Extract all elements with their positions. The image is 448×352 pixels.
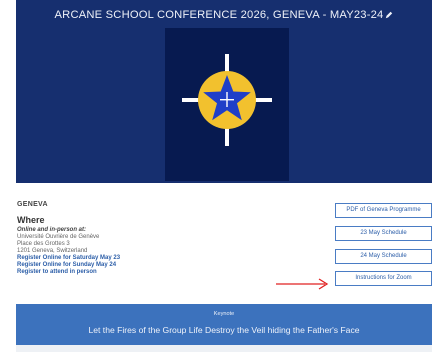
register-sunday-link[interactable]: Register Online for Sunday May 24 — [17, 262, 267, 269]
banner-title-text: ARCANE SCHOOL CONFERENCE 2026, GENEVA - … — [54, 9, 384, 21]
star-cross-vertical — [226, 92, 228, 107]
register-in-person-link[interactable]: Register to attend in person — [17, 269, 267, 276]
conference-banner: ARCANE SCHOOL CONFERENCE 2026, GENEVA - … — [16, 0, 432, 183]
pdf-programme-button[interactable]: PDF of Geneva Programme — [335, 203, 432, 218]
keynote-text: Let the Fires of the Group Life Destroy … — [88, 325, 360, 335]
address-line-1: Université Ouvrière de Genève — [17, 234, 100, 240]
pencil-icon[interactable] — [385, 10, 393, 22]
keynote-banner: Keynote Let the Fires of the Group Life … — [16, 304, 432, 345]
star-emblem — [182, 54, 272, 146]
keynote-label: Keynote — [213, 311, 235, 317]
emblem-panel — [165, 28, 289, 181]
zoom-instructions-button[interactable]: Instructions for Zoom — [335, 271, 432, 286]
online-label: Online and in-person at: — [17, 227, 87, 233]
address-line-3: 1201 Geneva, Switzerland — [17, 248, 88, 254]
venue-details: Online and in-person at: Université Ouvr… — [17, 227, 267, 276]
may23-schedule-button[interactable]: 23 May Schedule — [335, 226, 432, 241]
red-arrow-annotation — [276, 278, 329, 290]
bottom-strip — [16, 345, 432, 352]
banner-title: ARCANE SCHOOL CONFERENCE 2026, GENEVA - … — [16, 9, 432, 22]
may24-schedule-button[interactable]: 24 May Schedule — [335, 249, 432, 264]
section-title: GENEVA — [17, 201, 48, 208]
register-saturday-link[interactable]: Register Online for Saturday May 23 — [17, 255, 267, 262]
where-heading: Where — [17, 215, 45, 225]
address-line-2: Place des Grottes 3 — [17, 241, 70, 247]
